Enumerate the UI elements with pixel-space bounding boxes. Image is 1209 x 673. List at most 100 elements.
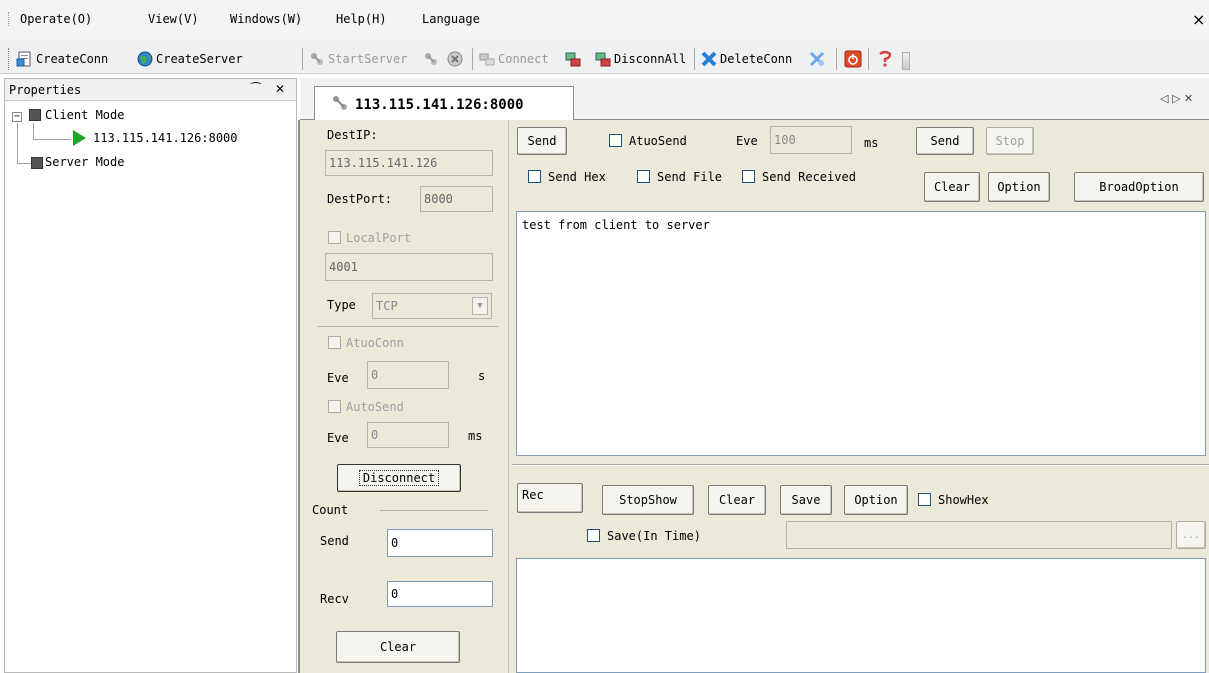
pin-icon[interactable]: ⁀ [251,82,261,96]
disconnect-icon [564,50,582,68]
stop-show-button[interactable]: StopShow [602,485,694,515]
tree-item-connection[interactable]: 113.115.141.126:8000 [93,131,238,145]
menu-language[interactable]: Language [422,12,480,26]
save-path-field[interactable] [786,521,1172,549]
disconnect-conn-button[interactable]: Disconnect [337,464,461,492]
toolbar-separator [868,48,869,70]
tab-connection-label: 113.115.141.126:8000 [355,96,524,113]
send-file-label: Send File [657,170,723,184]
tab-connection[interactable]: 113.115.141.126:8000 [314,86,574,122]
recv-count-label: Recv [320,592,349,606]
auto-send-option-label: AtuoSend [629,134,687,148]
send-option-button[interactable]: Option [988,172,1050,202]
milliseconds-unit: ms [468,429,483,443]
stop-server-button[interactable] [422,48,442,70]
delete-conn-button[interactable]: DeleteConn [700,48,792,70]
menu-operate[interactable]: Operate(O) [20,12,92,26]
send-clear-button[interactable]: Clear [924,172,980,202]
help-tool-button[interactable] [876,48,896,70]
send-hex-checkbox[interactable] [528,170,541,183]
auto-send-option-checkbox[interactable] [609,134,622,147]
save-in-time-checkbox[interactable] [587,529,600,542]
dest-port-label: DestPort: [327,192,393,206]
seconds-unit: s [478,369,486,383]
divider [318,326,498,327]
broad-option-button[interactable]: BroadOption [1074,172,1204,202]
connect-button[interactable]: Connect [478,48,549,70]
recv-option-button[interactable]: Option [844,485,908,515]
disconnect-button[interactable] [564,48,584,70]
delete-conn-label: DeleteConn [720,52,793,66]
send-count-field[interactable]: 0 [387,529,493,557]
send-button[interactable]: Send [916,127,974,155]
auto-send-eve-label: Eve [327,431,349,445]
send-received-checkbox[interactable] [742,170,755,183]
tree-item-server-mode[interactable]: Server Mode [45,155,124,169]
stop-button[interactable] [446,48,466,70]
menu-view[interactable]: View(V) [148,12,199,26]
send-hex-label: Send Hex [548,170,606,184]
type-select[interactable]: TCP ▼ [372,293,492,319]
auto-conn-eve-field[interactable]: 0 [367,361,449,389]
tab-nav-controls[interactable]: ◁ ▷ ✕ [1160,92,1193,105]
menu-windows[interactable]: Windows(W) [230,12,302,26]
tree-connector [17,123,18,163]
tree-item-client-mode[interactable]: Client Mode [45,108,124,122]
help-icon [876,50,894,68]
dest-ip-field[interactable]: 113.115.141.126 [325,150,493,176]
dest-port-field[interactable]: 8000 [420,186,493,212]
menu-help[interactable]: Help(H) [336,12,387,26]
show-hex-checkbox[interactable] [918,493,931,506]
send-count-label: Send [320,534,349,548]
start-server-label: StartServer [328,52,408,66]
collapse-toggle[interactable]: − [12,112,22,122]
send-file-checkbox[interactable] [637,170,650,183]
type-label: Type [327,298,356,312]
toolbar: CreateConn CreateServer StartServer Conn… [0,40,1209,74]
globe-icon [136,50,154,68]
power-button[interactable] [844,48,864,70]
properties-close-icon[interactable]: ✕ [275,82,285,96]
send-panel-label: Send [517,127,567,155]
auto-send-eve-field[interactable]: 0 [367,422,449,448]
delete-all-icon [808,50,826,68]
recv-count-field[interactable]: 0 [387,581,493,607]
recv-text-area[interactable] [516,558,1206,673]
auto-send-checkbox[interactable] [328,400,341,413]
recv-save-button[interactable]: Save [780,485,832,515]
new-connection-icon [16,50,34,68]
stop-send-button[interactable]: Stop [986,127,1034,155]
send-text-area[interactable]: test from client to server [516,211,1206,456]
local-port-field[interactable]: 4001 [325,253,493,281]
toolbar-overflow-button[interactable] [902,52,910,70]
toolbar-separator [472,48,473,70]
send-interval-field[interactable]: 100 [770,126,852,154]
recv-clear-button[interactable]: Clear [708,485,766,515]
tree-connector [33,139,71,140]
local-port-checkbox[interactable] [328,231,341,244]
properties-panel: Properties ⁀ ✕ − Client Mode 113.115.141… [4,78,297,673]
browse-button[interactable]: ... [1176,521,1206,549]
disconn-all-button[interactable]: DisconnAll [594,48,686,70]
toolbar-grip [8,48,10,70]
splitter[interactable] [512,464,1209,466]
dest-ip-label: DestIP: [327,128,378,142]
properties-header: Properties ⁀ ✕ [5,79,296,101]
send-eve-label: Eve [736,134,758,148]
auto-conn-checkbox[interactable] [328,336,341,349]
connect-label: Connect [498,52,549,66]
create-conn-button[interactable]: CreateConn [16,48,108,70]
count-clear-button[interactable]: Clear [336,631,460,663]
toolbar-separator [836,48,837,70]
client-mode-icon [29,109,41,121]
create-server-button[interactable]: CreateServer [136,48,243,70]
delete-icon [700,50,718,68]
recv-panel-label: Rec [517,483,583,513]
disconnect-conn-label: Disconnect [358,470,440,486]
create-server-label: CreateServer [156,52,243,66]
auto-conn-label: AtuoConn [346,336,404,350]
start-server-button[interactable]: StartServer [308,48,407,70]
app-close-button[interactable]: × [1192,10,1205,29]
menu-bar: Operate(O) View(V) Windows(W) Help(H) La… [0,0,1209,40]
delete-all-button[interactable] [808,48,828,70]
